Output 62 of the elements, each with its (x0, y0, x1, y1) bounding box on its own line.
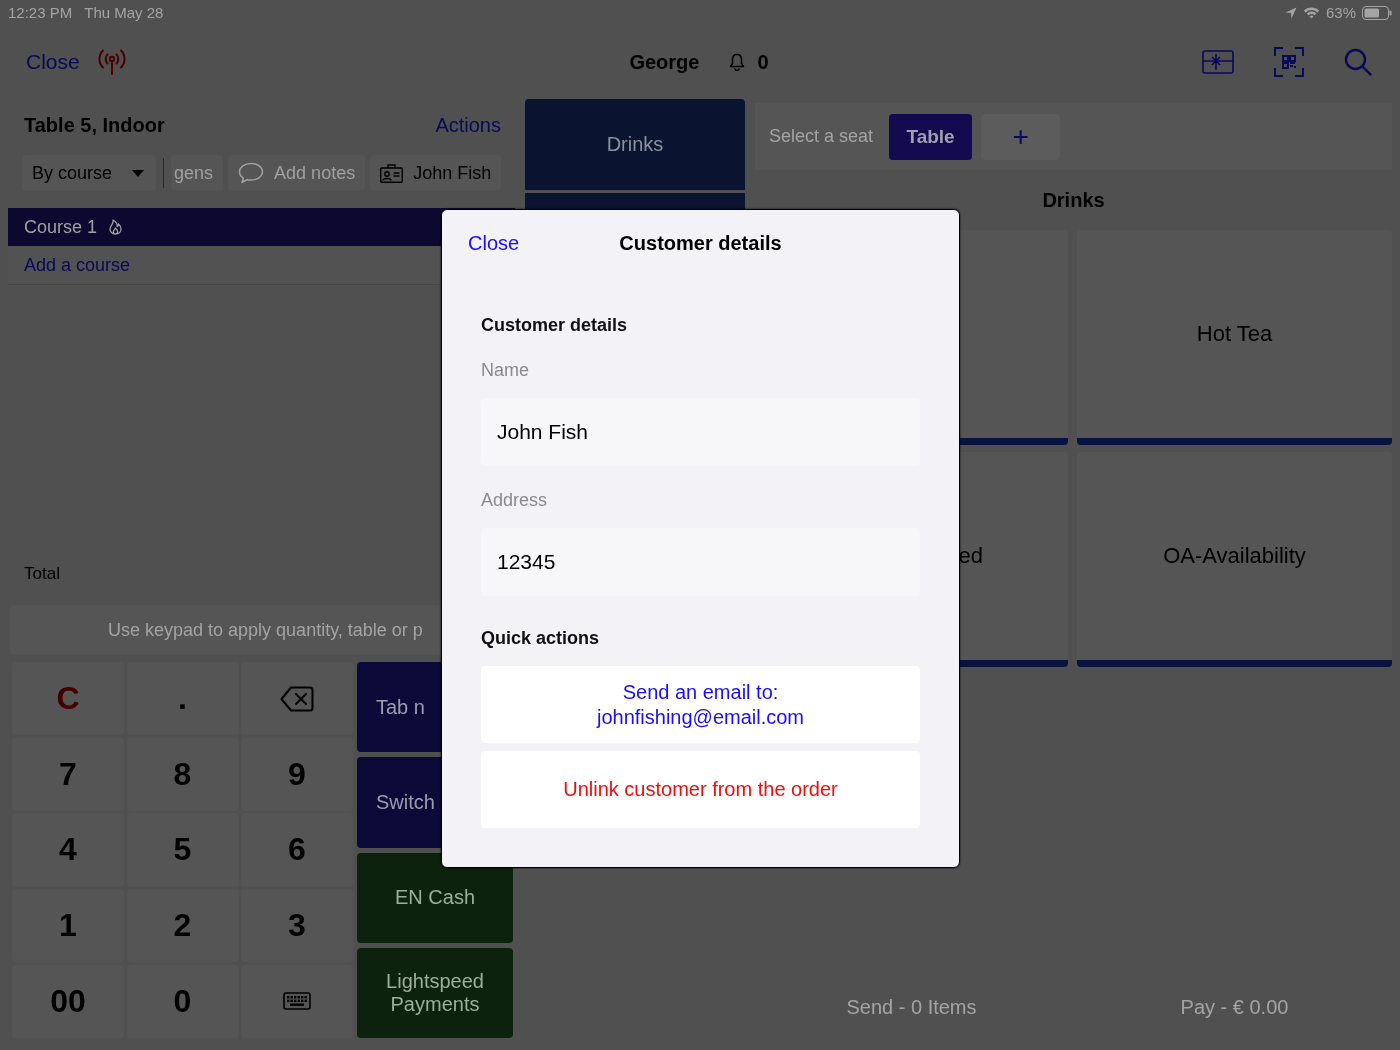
dialog-title: Customer details (619, 231, 782, 255)
customer-button[interactable]: John Fish (370, 155, 502, 191)
search-icon[interactable] (1344, 48, 1372, 76)
text-field[interactable]: 12345 (481, 528, 920, 596)
payment-button[interactable]: Lightspeed Payments (357, 947, 513, 1038)
order-title: Table 5, Indoor (24, 113, 165, 137)
user-name: George (629, 50, 700, 74)
keypad-key[interactable]: 3 (241, 889, 353, 963)
keypad-key[interactable]: 8 (126, 737, 239, 811)
product-tile[interactable]: OA-Availability (1077, 452, 1392, 667)
category-heading: Drinks (1042, 188, 1105, 212)
bell-icon (729, 53, 746, 71)
toolbar-button[interactable]: gens (171, 155, 224, 191)
clear-key[interactable]: C (12, 662, 124, 736)
keyboard-key[interactable] (241, 964, 353, 1038)
battery-percent: 63% (1325, 4, 1356, 21)
actions-link[interactable]: Actions (435, 113, 501, 137)
keypad-key[interactable]: 5 (126, 813, 239, 887)
speech-bubble-icon (238, 162, 265, 184)
seat-button[interactable]: Table (889, 113, 973, 160)
add-notes-button[interactable]: Add notes (228, 155, 366, 191)
status-time: 12:23 PM (8, 4, 73, 21)
id-card-icon (380, 163, 404, 183)
location-arrow-icon (1284, 6, 1297, 19)
view-mode-dropdown[interactable]: By course (22, 155, 157, 191)
field-label: Name (481, 359, 530, 381)
seat-label: Select a seat (769, 126, 874, 147)
wifi-icon (1302, 6, 1320, 19)
unlink-customer-button[interactable]: Unlink customer from the order (481, 751, 920, 828)
keypad-key[interactable]: 4 (12, 813, 124, 887)
close-button[interactable]: Close (26, 50, 80, 74)
payment-button[interactable]: EN Cash (357, 852, 513, 943)
send-email-button[interactable]: Send an email to: johnfishing@email.com (481, 666, 920, 743)
product-tile[interactable]: Hot Tea (1077, 230, 1392, 445)
notification-count: 0 (757, 50, 769, 74)
gift-card-icon[interactable] (1202, 50, 1234, 74)
caret-icon (132, 169, 145, 177)
send-button[interactable]: Send - 0 Items (755, 980, 1068, 1035)
keypad-key[interactable]: 0 (126, 964, 239, 1038)
category-tile[interactable]: Drinks (525, 99, 745, 190)
pay-button[interactable]: Pay - € 0.00 (1077, 980, 1392, 1035)
flame-icon (109, 219, 123, 235)
keyboard-icon (283, 992, 311, 1011)
section-heading: Quick actions (481, 627, 601, 649)
keypad-key[interactable]: 1 (12, 889, 124, 963)
backspace-icon (280, 685, 314, 712)
qr-scan-icon[interactable] (1274, 47, 1304, 77)
field-label: Address (481, 489, 549, 511)
keypad-hint: Use keypad to apply quantity, table or p (108, 619, 423, 641)
keypad-key[interactable]: . (126, 662, 239, 736)
backspace-key[interactable] (241, 662, 353, 736)
status-date: Thu May 28 (84, 4, 164, 21)
keypad-key[interactable]: 7 (12, 737, 124, 811)
add-seat-button[interactable]: + (981, 113, 1061, 160)
keypad-key[interactable]: 2 (126, 889, 239, 963)
keypad-key[interactable]: 00 (12, 964, 124, 1038)
text-field[interactable]: John Fish (481, 398, 920, 466)
battery-icon (1362, 5, 1392, 20)
keypad-key[interactable]: 6 (241, 813, 353, 887)
total-label: Total (24, 564, 60, 584)
keypad-key[interactable]: 9 (241, 737, 353, 811)
section-heading: Customer details (481, 314, 629, 336)
